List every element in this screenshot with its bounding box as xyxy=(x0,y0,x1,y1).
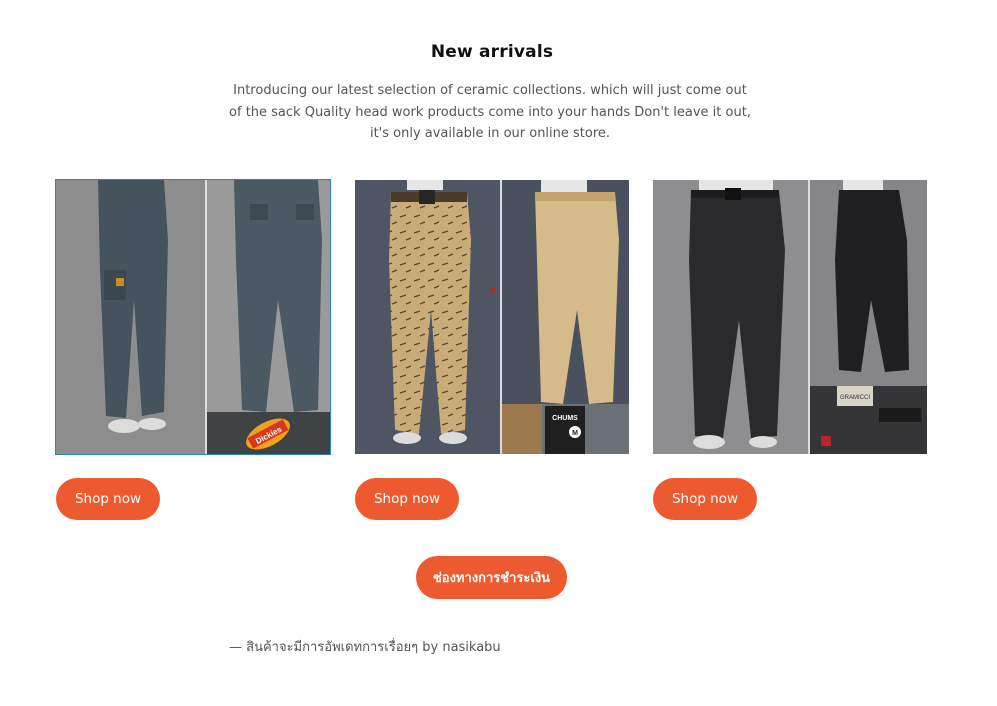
credit-line: — สินค้าจะมีการอัพเดทการเรื่อยๆ by nasik… xyxy=(229,636,501,657)
chums-tag-text: CHUMS xyxy=(552,415,578,422)
product-image-1[interactable]: Dickies xyxy=(56,180,330,454)
credit-text: สินค้าจะมีการอัพเดทการเรื่อยๆ xyxy=(246,640,419,655)
product-card-1[interactable]: Dickies xyxy=(55,179,331,455)
product-card-2[interactable]: CHUMS M xyxy=(355,180,629,454)
credit-dash: — xyxy=(229,640,242,655)
gramicci-tag-text: GRAMICCI xyxy=(840,395,870,401)
product-card-3[interactable]: GRAMICCI xyxy=(653,180,927,454)
section-intro: Introducing our latest selection of cera… xyxy=(229,83,751,141)
section-title: New arrivals xyxy=(430,42,554,62)
product-image-2[interactable]: CHUMS M xyxy=(355,180,629,454)
size-tag-text: M xyxy=(572,430,578,437)
shop-now-button-3[interactable]: Shop now xyxy=(653,478,757,520)
shop-now-button-1[interactable]: Shop now xyxy=(56,478,160,520)
credit-author: by nasikabu xyxy=(422,640,501,655)
product-image-3[interactable]: GRAMICCI xyxy=(653,180,927,454)
shop-now-button-2[interactable]: Shop now xyxy=(355,478,459,520)
payment-channels-button[interactable]: ช่องทางการชำระเงิน xyxy=(416,556,567,599)
